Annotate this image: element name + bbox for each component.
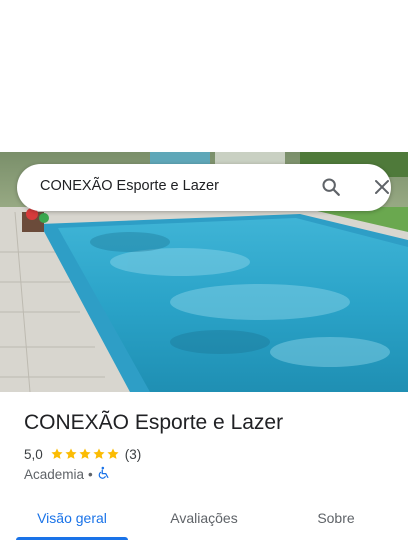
category-row: Academia • <box>24 465 111 483</box>
search-input[interactable]: CONEXÃO Esporte e Lazer <box>40 178 219 194</box>
star-icon <box>65 448 77 459</box>
close-icon[interactable] <box>370 175 394 199</box>
rating-value: 5,0 <box>24 446 43 462</box>
wheelchair-accessible-icon <box>97 466 111 483</box>
star-icon <box>107 448 119 459</box>
rating-stars <box>50 447 120 461</box>
place-category: Academia <box>24 466 85 482</box>
separator: • <box>88 466 93 482</box>
place-title: CONEXÃO Esporte e Lazer <box>24 411 284 434</box>
search-icon[interactable] <box>319 175 343 199</box>
tab-overview[interactable]: Visão geral <box>16 496 128 540</box>
place-info-panel: CONEXÃO Esporte e Lazer 5,0 (3) Academia… <box>0 392 408 544</box>
star-icon <box>93 448 105 459</box>
rating-row[interactable]: 5,0 (3) <box>24 445 141 463</box>
star-icon <box>51 448 63 459</box>
search-bar[interactable]: CONEXÃO Esporte e Lazer <box>17 164 391 211</box>
place-tabs: Visão geral Avaliações Sobre <box>0 496 408 544</box>
active-tab-indicator <box>16 537 128 540</box>
star-icon <box>79 448 91 459</box>
review-count[interactable]: (3) <box>125 447 142 462</box>
tab-about[interactable]: Sobre <box>280 496 392 540</box>
tab-reviews[interactable]: Avaliações <box>148 496 260 540</box>
